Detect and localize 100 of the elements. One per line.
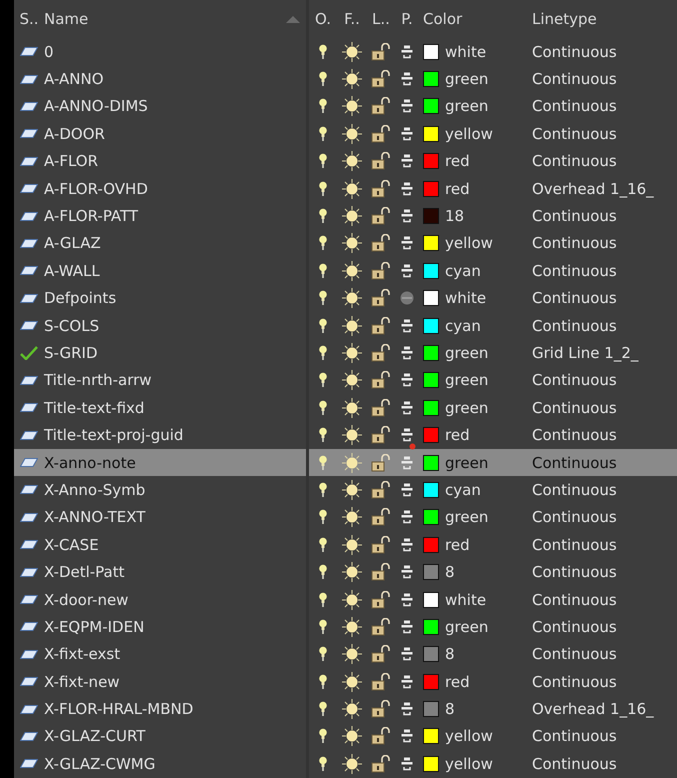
- printer-icon[interactable]: [401, 620, 413, 634]
- padlock-icon[interactable]: [371, 344, 391, 362]
- layer-row[interactable]: A-FLOR: [14, 148, 306, 175]
- layer-row[interactable]: X-fixt-new: [14, 668, 306, 696]
- layer-row[interactable]: X-ANNO-TEXT: [14, 504, 306, 532]
- padlock-icon[interactable]: [371, 207, 391, 226]
- linetype-name[interactable]: Continuous: [532, 508, 617, 526]
- lightbulb-icon[interactable]: [319, 536, 327, 553]
- color-name[interactable]: green: [445, 97, 488, 116]
- sun-icon[interactable]: [342, 534, 362, 555]
- padlock-icon[interactable]: [371, 262, 391, 280]
- layer-row[interactable]: A-WALL: [14, 257, 306, 285]
- printer-icon[interactable]: [401, 72, 413, 86]
- padlock-icon[interactable]: [371, 480, 391, 499]
- printer-icon[interactable]: [401, 428, 413, 442]
- color-swatch[interactable]: [423, 674, 439, 690]
- linetype-name[interactable]: Continuous: [532, 672, 617, 691]
- lightbulb-icon[interactable]: [319, 98, 327, 114]
- lightbulb-icon[interactable]: [319, 372, 327, 388]
- linetype-name[interactable]: Continuous: [532, 70, 617, 88]
- sun-icon[interactable]: [342, 96, 362, 116]
- sun-icon[interactable]: [342, 590, 362, 610]
- printer-icon[interactable]: [401, 99, 413, 114]
- color-swatch[interactable]: [423, 153, 439, 170]
- printer-icon[interactable]: [401, 756, 413, 771]
- lightbulb-icon[interactable]: [319, 235, 327, 252]
- lightbulb-icon[interactable]: [319, 509, 327, 526]
- printer-icon[interactable]: [401, 318, 413, 333]
- lightbulb-icon[interactable]: [319, 290, 327, 306]
- color-swatch[interactable]: [423, 235, 439, 252]
- color-swatch[interactable]: [423, 372, 439, 388]
- color-name[interactable]: green: [445, 508, 488, 526]
- printer-icon[interactable]: [401, 373, 413, 388]
- linetype-name[interactable]: Continuous: [532, 207, 617, 226]
- layer-row[interactable]: 0: [14, 38, 306, 66]
- linetype-name[interactable]: Grid Line 1_2_: [532, 344, 638, 362]
- color-name[interactable]: red: [445, 152, 470, 170]
- padlock-icon[interactable]: [371, 316, 391, 335]
- linetype-name[interactable]: Overhead 1_16_: [532, 700, 654, 718]
- color-swatch[interactable]: [423, 71, 439, 88]
- linetype-name[interactable]: Continuous: [532, 97, 617, 116]
- lightbulb-icon[interactable]: [319, 208, 327, 224]
- printer-icon[interactable]: [401, 482, 413, 497]
- printer-icon[interactable]: [401, 674, 413, 689]
- color-swatch[interactable]: [423, 701, 439, 718]
- printer-icon[interactable]: [401, 209, 413, 224]
- layer-row[interactable]: A-DOOR: [14, 120, 306, 148]
- layer-row[interactable]: A-ANNO: [14, 65, 306, 93]
- lightbulb-icon[interactable]: [319, 71, 327, 88]
- color-swatch[interactable]: [423, 756, 439, 772]
- layer-row[interactable]: X-fixt-exst: [14, 640, 306, 668]
- color-name[interactable]: white: [445, 590, 486, 608]
- color-swatch[interactable]: [423, 400, 439, 416]
- layer-row[interactable]: X-GLAZ-CWMG: [14, 750, 306, 778]
- layer-row[interactable]: Title-nrth-arrw: [14, 366, 306, 394]
- sun-icon[interactable]: [342, 151, 362, 172]
- sun-icon[interactable]: [342, 178, 362, 199]
- printer-icon[interactable]: [401, 647, 413, 662]
- linetype-name[interactable]: Overhead 1_16_: [532, 180, 654, 198]
- color-swatch[interactable]: [423, 180, 439, 197]
- linetype-name[interactable]: Continuous: [532, 124, 617, 143]
- padlock-icon[interactable]: [371, 672, 391, 691]
- lightbulb-icon[interactable]: [319, 44, 327, 60]
- color-name[interactable]: green: [445, 398, 488, 417]
- column-header[interactable]: S..: [19, 10, 39, 28]
- padlock-icon[interactable]: [371, 152, 391, 170]
- layer-row[interactable]: X-GLAZ-CURT: [14, 722, 306, 750]
- layer-row[interactable]: Defpoints: [14, 284, 306, 312]
- sun-icon[interactable]: [342, 562, 362, 582]
- lightbulb-icon[interactable]: [319, 153, 327, 170]
- layer-row[interactable]: X-CASE: [14, 531, 306, 558]
- color-swatch[interactable]: [423, 262, 439, 279]
- layer-row[interactable]: X-Detl-Patt: [14, 558, 306, 586]
- layer-row[interactable]: X-Anno-Symb: [14, 476, 306, 504]
- linetype-name[interactable]: Continuous: [532, 454, 617, 472]
- padlock-icon[interactable]: [371, 180, 391, 198]
- linetype-name[interactable]: Continuous: [532, 563, 617, 582]
- printer-icon[interactable]: [401, 592, 413, 606]
- printer-icon[interactable]: [401, 538, 413, 552]
- padlock-icon[interactable]: [371, 234, 391, 252]
- sun-icon[interactable]: [342, 616, 362, 637]
- layer-row[interactable]: Title-text-proj-guid: [14, 421, 306, 449]
- padlock-icon[interactable]: [371, 536, 391, 554]
- lightbulb-icon[interactable]: [319, 701, 327, 718]
- color-swatch[interactable]: [423, 344, 439, 361]
- lightbulb-icon[interactable]: [319, 728, 327, 744]
- layer-row[interactable]: X-door-new: [14, 586, 306, 614]
- color-name[interactable]: red: [445, 672, 470, 691]
- layer-row[interactable]: S-GRID: [14, 339, 306, 367]
- linetype-name[interactable]: Continuous: [532, 398, 617, 417]
- linetype-name[interactable]: Continuous: [532, 645, 617, 664]
- padlock-icon[interactable]: [371, 426, 391, 444]
- color-name[interactable]: 8: [445, 645, 455, 664]
- padlock-icon[interactable]: [371, 727, 391, 746]
- padlock-icon[interactable]: [371, 590, 391, 608]
- printer-icon[interactable]: [401, 264, 413, 278]
- lightbulb-icon[interactable]: [319, 482, 327, 498]
- color-swatch[interactable]: [423, 427, 439, 444]
- sun-icon[interactable]: [342, 233, 362, 254]
- color-name[interactable]: red: [445, 426, 470, 444]
